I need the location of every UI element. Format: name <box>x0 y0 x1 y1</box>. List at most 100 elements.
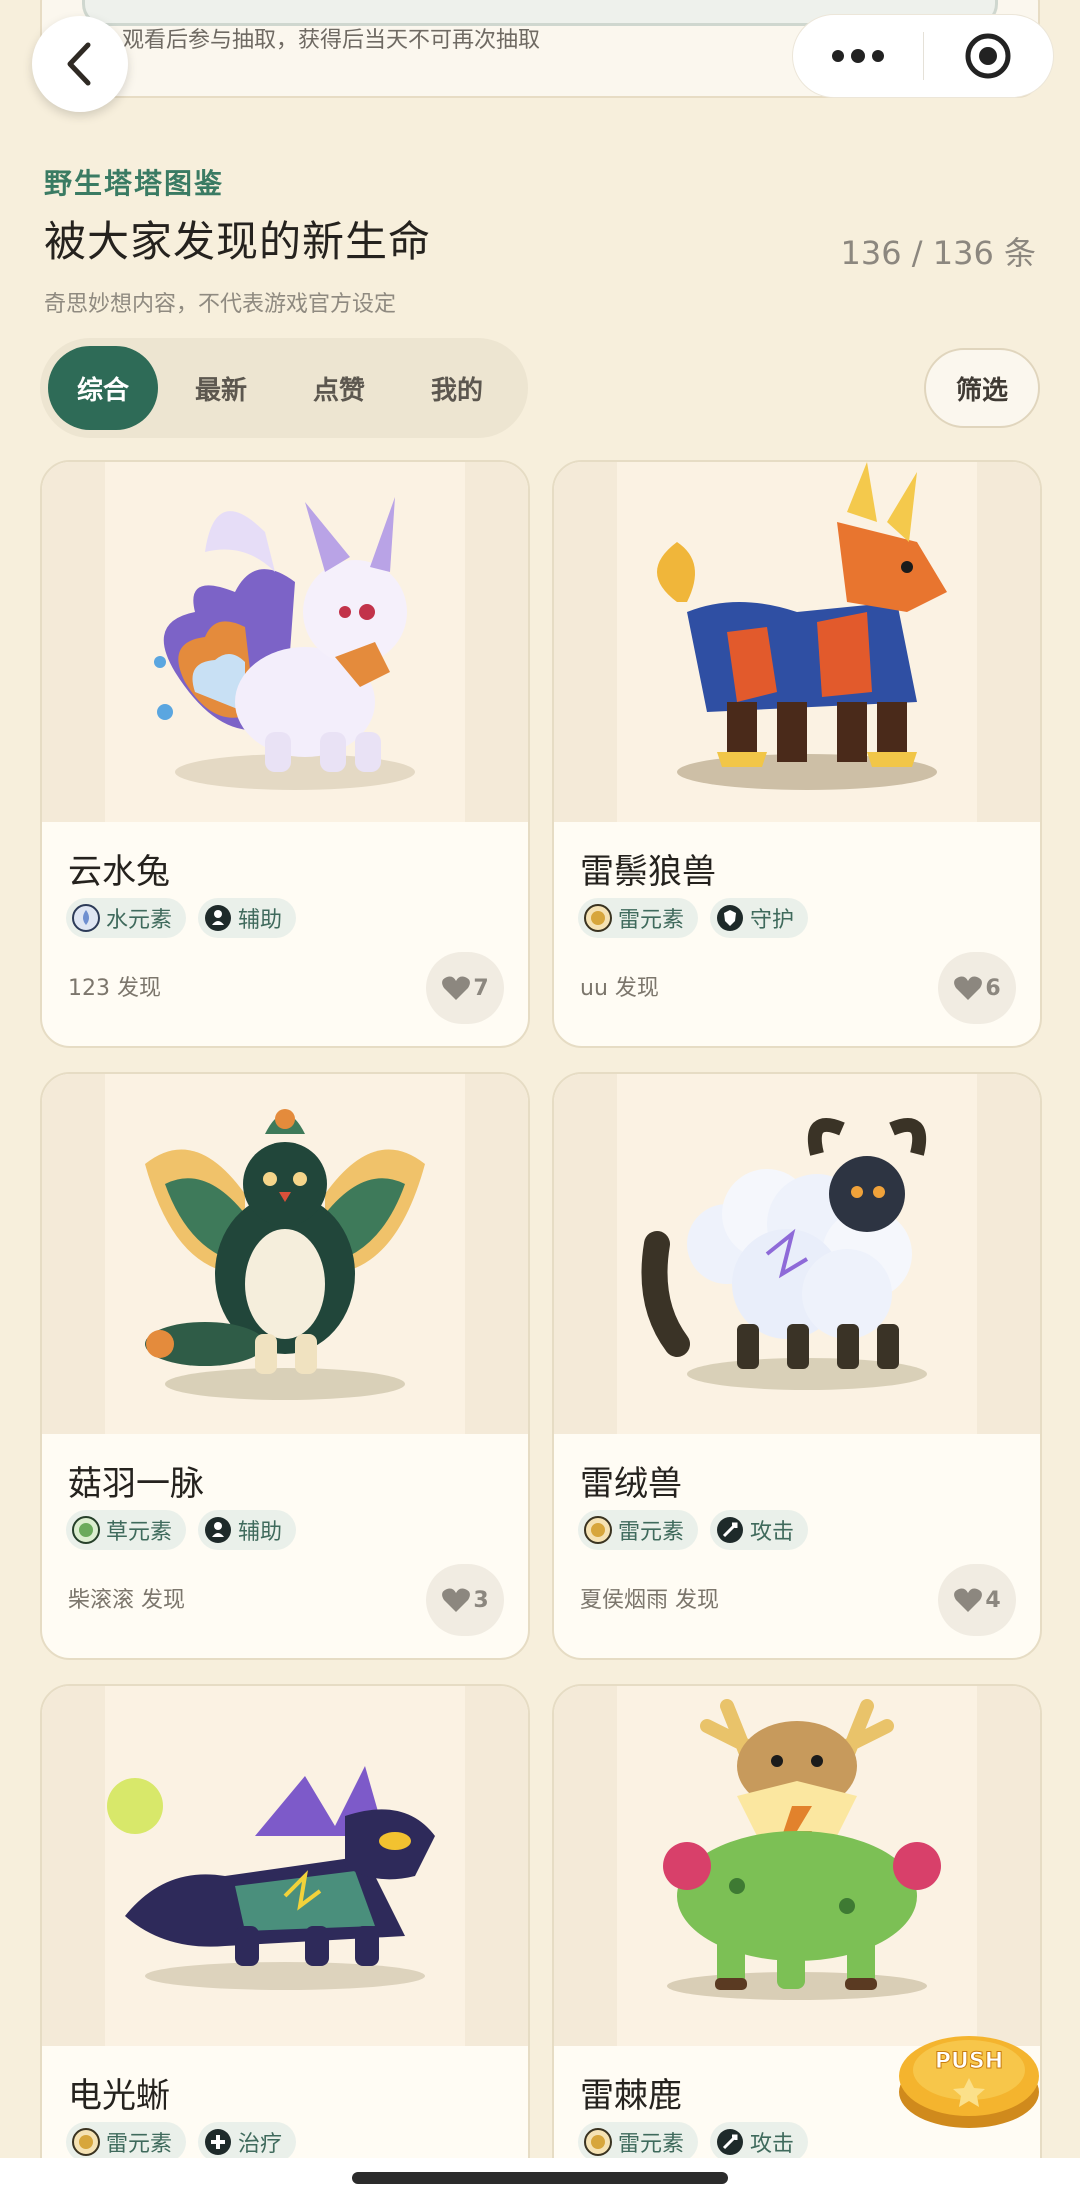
exit-button[interactable] <box>924 15 1054 97</box>
role-label: 治疗 <box>238 2132 283 2157</box>
element-tag: 雷元素 <box>578 2122 699 2162</box>
role-label: 守护 <box>750 908 795 933</box>
like-button[interactable]: 3 <box>426 1564 504 1636</box>
section-label: 野生塔塔图鉴 <box>44 167 225 200</box>
creature-name: 雷鬃狼兽 <box>580 852 716 892</box>
heart-icon <box>442 1588 471 1612</box>
creature-image <box>554 462 1040 822</box>
page: 观看后参与抽取，获得后当天不可再次抽取 野生塔塔图鉴 被大家发现的新生命 136… <box>0 0 1080 2201</box>
like-button[interactable]: 6 <box>938 952 1016 1024</box>
push-coin-icon: PUSH <box>899 2036 1039 2128</box>
tag-list: 雷元素 攻击 <box>578 1510 820 1550</box>
lightning-lizard-illustration <box>107 1766 435 1990</box>
tab-latest[interactable]: 最新 <box>166 346 276 430</box>
role-label: 辅助 <box>238 1520 283 1545</box>
like-count: 3 <box>473 1587 489 1613</box>
role-tag: 守护 <box>710 898 809 938</box>
creature-image <box>554 1074 1040 1434</box>
lightning-element-icon <box>584 1516 612 1544</box>
role-tag: 攻击 <box>710 2122 809 2162</box>
element-label: 草元素 <box>106 1520 173 1545</box>
finder-text: 柴滚滚 发现 <box>68 1588 185 1613</box>
attack-role-icon <box>716 1516 744 1544</box>
tag-list: 水元素 辅助 <box>66 898 308 938</box>
creature-card[interactable]: 菇羽一脉 草元素 辅助 柴滚滚 发现 3 <box>40 1072 530 1660</box>
role-tag: 治疗 <box>198 2122 297 2162</box>
like-button[interactable]: 7 <box>426 952 504 1024</box>
role-tag: 攻击 <box>710 1510 809 1550</box>
more-button[interactable] <box>793 15 923 97</box>
push-label: PUSH <box>935 2049 1003 2074</box>
element-tag: 草元素 <box>66 1510 187 1550</box>
lightning-element-icon <box>72 2128 100 2156</box>
attack-role-icon <box>716 2128 744 2156</box>
heart-icon <box>442 976 471 1000</box>
element-tag: 水元素 <box>66 898 187 938</box>
tag-list: 雷元素 攻击 <box>578 2122 820 2162</box>
creature-image <box>42 462 528 822</box>
element-label: 雷元素 <box>618 1520 685 1545</box>
role-label: 攻击 <box>750 1520 795 1545</box>
like-count: 6 <box>985 975 1001 1001</box>
heal-role-icon <box>204 2128 232 2156</box>
back-button[interactable] <box>32 16 128 112</box>
element-label: 雷元素 <box>618 908 685 933</box>
element-label: 水元素 <box>106 908 173 933</box>
like-count: 7 <box>473 975 489 1001</box>
creature-image <box>42 1686 528 2046</box>
element-tag: 雷元素 <box>66 2122 187 2162</box>
tab-mine[interactable]: 我的 <box>402 346 512 430</box>
thunder-deer-illustration <box>663 1699 941 2000</box>
element-label: 雷元素 <box>106 2132 173 2157</box>
creature-card[interactable]: 云水兔 水元素 辅助 123 发现 7 <box>40 460 530 1048</box>
creature-name: 雷绒兽 <box>580 1464 682 1504</box>
leaf-element-icon <box>72 1516 100 1544</box>
role-tag: 辅助 <box>198 898 297 938</box>
sort-tabs: 综合 最新 点赞 我的 <box>40 338 528 438</box>
mushroom-feather-illustration <box>145 1109 425 1400</box>
cloud-rabbit-illustration <box>154 497 415 790</box>
tag-list: 雷元素 治疗 <box>66 2122 308 2162</box>
more-dots-icon <box>831 49 884 63</box>
push-button[interactable]: PUSH <box>896 2022 1042 2132</box>
creature-card[interactable]: 雷绒兽 雷元素 攻击 夏侯烟雨 发现 4 <box>552 1072 1042 1660</box>
creature-image <box>554 1686 1040 2046</box>
tab-overall[interactable]: 综合 <box>48 346 158 430</box>
tab-likes[interactable]: 点赞 <box>284 346 394 430</box>
element-tag: 雷元素 <box>578 898 699 938</box>
creature-image <box>42 1074 528 1434</box>
creature-card[interactable]: 雷鬃狼兽 雷元素 守护 uu 发现 6 <box>552 460 1042 1048</box>
mini-program-capsule <box>792 14 1054 98</box>
chevron-left-icon <box>67 42 91 86</box>
heart-icon <box>954 1588 983 1612</box>
home-indicator[interactable] <box>352 2172 728 2184</box>
finder-text: uu 发现 <box>580 976 659 1001</box>
lightning-element-icon <box>584 904 612 932</box>
like-count: 4 <box>985 1587 1001 1613</box>
tag-list: 草元素 辅助 <box>66 1510 308 1550</box>
guard-role-icon <box>716 904 744 932</box>
support-role-icon <box>204 1516 232 1544</box>
element-tag: 雷元素 <box>578 1510 699 1550</box>
target-icon <box>965 33 1011 79</box>
finder-text: 123 发现 <box>68 976 161 1001</box>
creature-name: 菇羽一脉 <box>68 1464 204 1504</box>
notice-text: 观看后参与抽取，获得后当天不可再次抽取 <box>122 28 541 53</box>
creature-card[interactable]: 电光蜥 雷元素 治疗 <box>40 1684 530 2201</box>
creature-name: 云水兔 <box>68 852 170 892</box>
role-label: 辅助 <box>238 908 283 933</box>
like-button[interactable]: 4 <box>938 1564 1016 1636</box>
creature-name: 雷棘鹿 <box>580 2076 682 2116</box>
page-title: 被大家发现的新生命 <box>44 217 432 266</box>
water-drop-icon <box>72 904 100 932</box>
support-role-icon <box>204 904 232 932</box>
element-label: 雷元素 <box>618 2132 685 2157</box>
role-tag: 辅助 <box>198 1510 297 1550</box>
tag-list: 雷元素 守护 <box>578 898 820 938</box>
finder-text: 夏侯烟雨 发现 <box>580 1588 719 1613</box>
filter-button[interactable]: 筛选 <box>924 348 1040 428</box>
lightning-element-icon <box>584 2128 612 2156</box>
creature-name: 电光蜥 <box>68 2076 170 2116</box>
result-counter: 136 / 136 条 <box>840 234 1036 272</box>
thunder-wolf-illustration <box>657 462 947 790</box>
